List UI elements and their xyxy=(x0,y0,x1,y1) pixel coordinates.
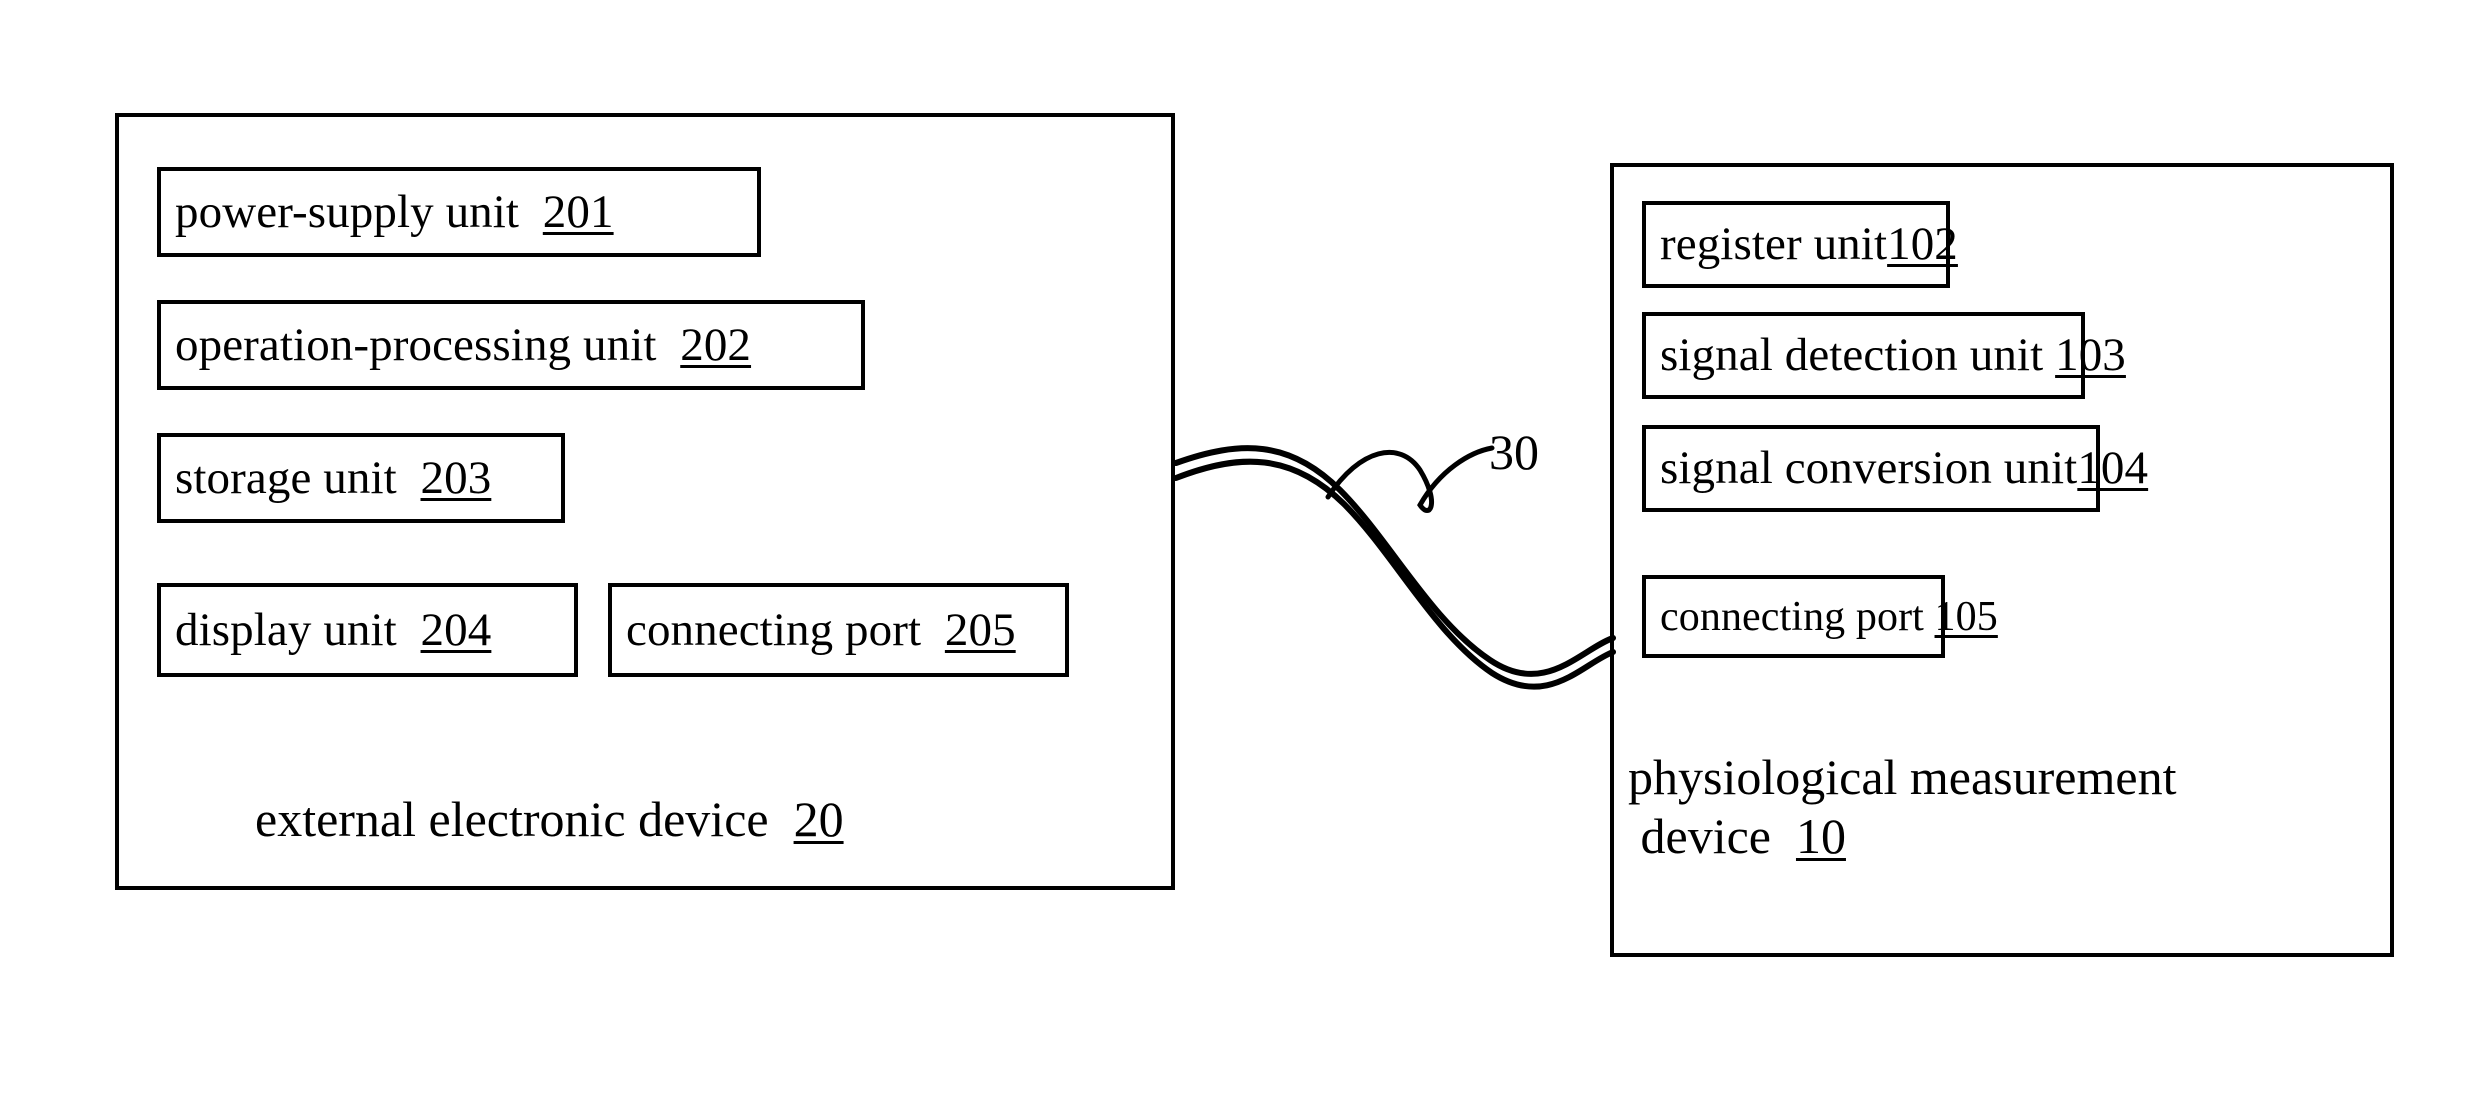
connecting-port-105-ref: 105 xyxy=(1934,593,1998,640)
power-supply-unit-ref: 201 xyxy=(542,185,614,238)
register-unit-box: register unit102 xyxy=(1642,201,1958,288)
cable-callout-leader xyxy=(1325,445,1495,513)
connecting-port-105-box: connecting port 105 xyxy=(1642,575,1998,658)
signal-detection-unit-box: signal detection unit 103 xyxy=(1642,312,2126,399)
external-electronic-device-panel: power-supply unit 201 operation-processi… xyxy=(115,113,1175,890)
signal-conversion-unit-ref: 104 xyxy=(2077,442,2149,494)
cable-strand-lower xyxy=(1173,458,1616,690)
power-supply-unit-box: power-supply unit 201 xyxy=(157,167,761,257)
operation-processing-unit-ref: 202 xyxy=(680,318,752,371)
display-unit-box: display unit 204 xyxy=(157,583,578,677)
external-electronic-device-ref: 20 xyxy=(793,791,844,847)
cable-ref-label: 30 xyxy=(1489,424,1539,480)
connecting-port-205-ref: 205 xyxy=(944,603,1016,656)
connecting-port-205-box: connecting port 205 xyxy=(608,583,1069,677)
external-electronic-device-caption: external electronic device 20 xyxy=(255,791,844,847)
signal-detection-unit-label: signal detection unit 103 xyxy=(1660,329,2126,381)
register-unit-ref: 102 xyxy=(1887,218,1958,270)
operation-processing-unit-box: operation-processing unit 202 xyxy=(157,300,865,390)
power-supply-unit-label: power-supply unit 201 xyxy=(175,185,614,238)
connecting-port-105-label: connecting port 105 xyxy=(1660,593,1998,640)
signal-conversion-unit-label: signal conversion unit104 xyxy=(1660,442,2149,494)
signal-conversion-unit-box: signal conversion unit104 xyxy=(1642,425,2148,512)
cable-strand-upper xyxy=(1173,445,1616,677)
operation-processing-unit-label: operation-processing unit 202 xyxy=(175,318,752,371)
storage-unit-ref: 203 xyxy=(420,451,492,504)
display-unit-ref: 204 xyxy=(420,603,492,656)
physiological-measurement-device-ref: 10 xyxy=(1795,808,1846,864)
storage-unit-box: storage unit 203 xyxy=(157,433,565,523)
connecting-port-205-label: connecting port 205 xyxy=(626,603,1016,656)
patent-figure: power-supply unit 201 operation-processi… xyxy=(0,0,2487,1099)
register-unit-label: register unit102 xyxy=(1660,218,1958,270)
storage-unit-label: storage unit 203 xyxy=(175,451,492,504)
signal-detection-unit-ref: 103 xyxy=(2055,329,2126,381)
physiological-measurement-device-caption: physiological measurement device 10 xyxy=(1628,749,2177,864)
display-unit-label: display unit 204 xyxy=(175,603,492,656)
